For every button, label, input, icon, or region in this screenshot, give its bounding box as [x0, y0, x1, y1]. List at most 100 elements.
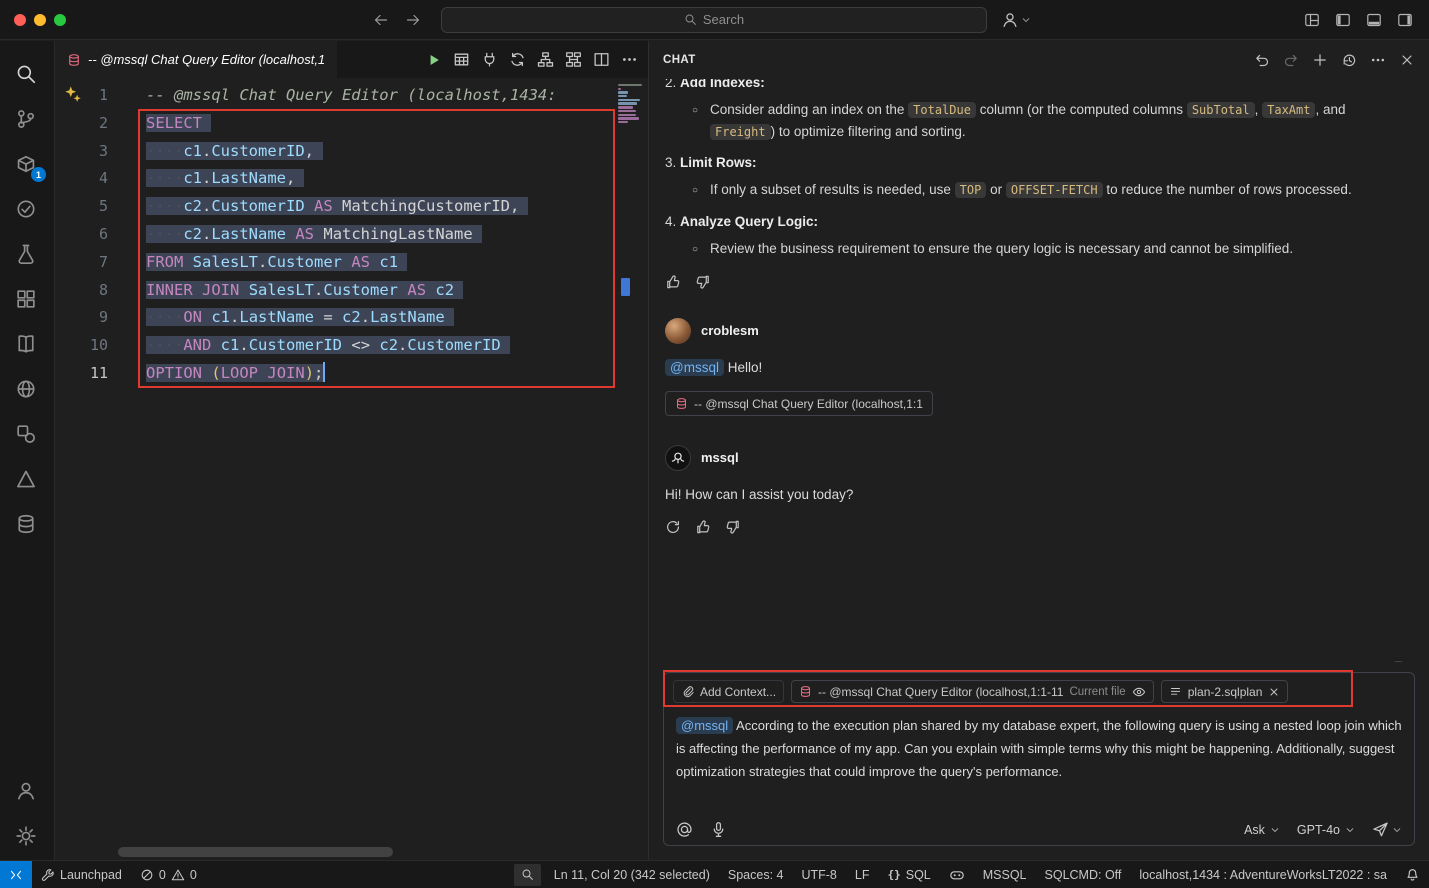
query-plan-button[interactable] [565, 51, 582, 68]
send-button[interactable] [1372, 821, 1402, 838]
sql-file-icon [67, 53, 81, 67]
model-picker[interactable]: GPT-4o [1297, 823, 1355, 837]
undo-icon[interactable] [1254, 52, 1270, 68]
activity-objects[interactable] [15, 423, 39, 447]
thumbs-down-icon[interactable] [695, 274, 711, 290]
remote-indicator[interactable] [0, 861, 32, 888]
zoom-item[interactable] [514, 864, 541, 886]
sqlcmd-item[interactable]: SQLCMD: Off [1036, 861, 1131, 888]
code-line[interactable]: ····c2.LastName AS MatchingLastName [146, 221, 557, 249]
code-line[interactable]: OPTION (LOOP JOIN); [146, 360, 557, 388]
more-actions-button[interactable] [621, 51, 638, 68]
mention-chip[interactable]: @mssql [665, 359, 724, 376]
cursor-position-item[interactable]: Ln 11, Col 20 (342 selected) [545, 861, 719, 888]
history-icon[interactable] [1341, 52, 1357, 68]
scroll-to-bottom-button[interactable] [1384, 661, 1413, 662]
close-window-button[interactable] [14, 14, 26, 26]
context-plan-chip[interactable]: plan-2.sqlplan [1161, 680, 1289, 703]
eol-item[interactable]: LF [846, 861, 879, 888]
mention-button[interactable] [676, 821, 693, 838]
editor-gutter: 1234567891011 [55, 82, 118, 388]
connection-button[interactable] [481, 51, 498, 68]
code-line[interactable]: ····c1.LastName, [146, 165, 557, 193]
activity-extensions[interactable] [15, 288, 39, 312]
code-line[interactable]: SELECT [146, 110, 557, 138]
code-content[interactable]: -- @mssql Chat Query Editor (localhost,1… [146, 82, 557, 388]
problems-item[interactable]: 0 0 [131, 861, 206, 888]
command-center-search[interactable]: Search [441, 7, 987, 33]
schema-designer-button[interactable] [537, 51, 554, 68]
profile-button[interactable] [1001, 11, 1031, 29]
code-line[interactable]: ····AND c1.CustomerID <> c2.CustomerID [146, 332, 557, 360]
mode-picker[interactable]: Ask [1244, 823, 1280, 837]
eye-icon[interactable] [1132, 685, 1146, 699]
context-plan-label: plan-2.sqlplan [1188, 685, 1263, 699]
back-icon[interactable] [373, 12, 389, 28]
redo-icon[interactable] [1283, 52, 1299, 68]
results-grid-button[interactable] [453, 51, 470, 68]
settings-button[interactable] [15, 825, 39, 849]
launchpad-item[interactable]: Launchpad [32, 861, 131, 888]
chat-panel: CHAT 2. Add Indexes:○Consider adding an … [648, 41, 1429, 860]
toggle-sidebar-icon[interactable] [1335, 12, 1351, 28]
copilot-item[interactable] [940, 861, 974, 888]
run-query-button[interactable] [426, 52, 442, 68]
assistant-feedback [665, 519, 1413, 535]
mic-button[interactable] [710, 821, 727, 838]
activity-database[interactable] [15, 513, 39, 537]
code-line[interactable]: FROM SalesLT.Customer AS c1 [146, 249, 557, 277]
thumbs-up-icon[interactable] [695, 519, 711, 535]
remove-context-icon[interactable] [1268, 686, 1280, 698]
code-line[interactable]: ····ON c1.LastName = c2.LastName [146, 304, 557, 332]
activity-search[interactable] [15, 63, 39, 87]
mssql-item[interactable]: MSSQL [974, 861, 1036, 888]
thumbs-up-icon[interactable] [665, 274, 681, 290]
forward-icon[interactable] [405, 12, 421, 28]
connection-item[interactable]: localhost,1434 : AdventureWorksLT2022 : … [1130, 861, 1396, 888]
text-cursor [323, 362, 325, 382]
change-connection-button[interactable] [509, 51, 526, 68]
encoding-item[interactable]: UTF-8 [792, 861, 845, 888]
activity-notebook[interactable] [15, 333, 39, 357]
code-line[interactable]: -- @mssql Chat Query Editor (localhost,1… [146, 82, 557, 110]
code-line[interactable]: INNER JOIN SalesLT.Customer AS c2 [146, 277, 557, 305]
thumbs-down-icon[interactable] [725, 519, 741, 535]
editor-tab[interactable]: -- @mssql Chat Query Editor (localhost,1 [55, 41, 337, 78]
minimap-line [618, 114, 636, 116]
horizontal-scrollbar[interactable] [118, 847, 648, 857]
code-editor[interactable]: 1234567891011 -- @mssql Chat Query Edito… [55, 78, 648, 860]
indentation-item[interactable]: Spaces: 4 [719, 861, 793, 888]
activity-testing[interactable] [15, 198, 39, 222]
scrollbar-thumb[interactable] [118, 847, 393, 857]
accounts-button[interactable] [15, 780, 39, 804]
minimize-window-button[interactable] [34, 14, 46, 26]
toggle-panel-icon[interactable] [1366, 12, 1382, 28]
activity-beaker[interactable] [15, 243, 39, 267]
toggle-secondary-sidebar-icon[interactable] [1397, 12, 1413, 28]
code-line[interactable]: ····c2.CustomerID AS MatchingCustomerID, [146, 193, 557, 221]
language-item[interactable]: {} SQL [878, 861, 939, 888]
code-line[interactable]: ····c1.CustomerID, [146, 138, 557, 166]
notifications-item[interactable] [1396, 861, 1429, 888]
add-context-button[interactable]: Add Context... [673, 680, 784, 703]
customize-layout-icon[interactable] [1304, 12, 1320, 28]
activity-source-control[interactable] [15, 108, 39, 132]
chat-more-button[interactable] [1370, 52, 1386, 68]
split-editor-button[interactable] [593, 51, 610, 68]
close-chat-button[interactable] [1399, 52, 1415, 68]
activity-github[interactable] [15, 378, 39, 402]
maximize-window-button[interactable] [54, 14, 66, 26]
activity-azure[interactable] [15, 468, 39, 492]
new-chat-button[interactable] [1312, 52, 1328, 68]
activity-remote-explorer[interactable]: 1 [15, 153, 39, 177]
minimap-line [618, 84, 642, 86]
testing-icon [15, 198, 37, 220]
minimap[interactable] [618, 84, 645, 125]
chat-title: CHAT [663, 54, 696, 66]
chat-input-text[interactable]: @mssql According to the execution plan s… [673, 714, 1405, 819]
chat-input-container[interactable]: Add Context... -- @mssql Chat Query Edit… [663, 672, 1415, 846]
regenerate-icon[interactable] [665, 519, 681, 535]
context-file-chip[interactable]: -- @mssql Chat Query Editor (localhost,1… [791, 680, 1154, 703]
mention-chip[interactable]: @mssql [676, 717, 733, 734]
message-attachment[interactable]: -- @mssql Chat Query Editor (localhost,1… [665, 391, 933, 416]
